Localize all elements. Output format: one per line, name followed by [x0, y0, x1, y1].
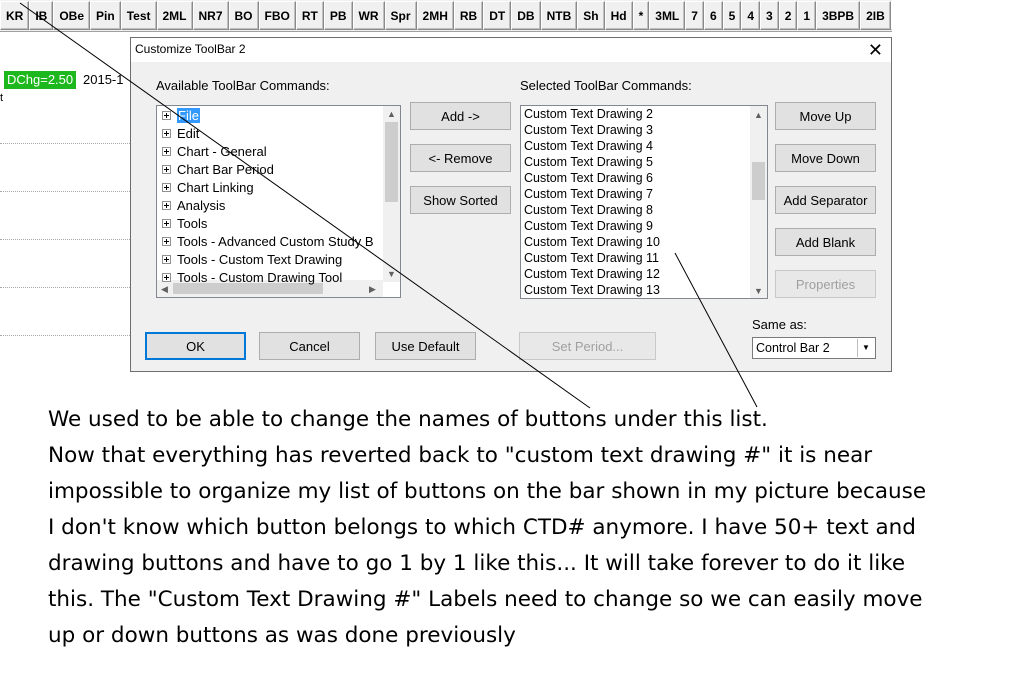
arrow-line-list — [674, 252, 758, 408]
annotation-arrows — [19, 2, 758, 409]
arrow-line-toolbar — [19, 2, 591, 409]
